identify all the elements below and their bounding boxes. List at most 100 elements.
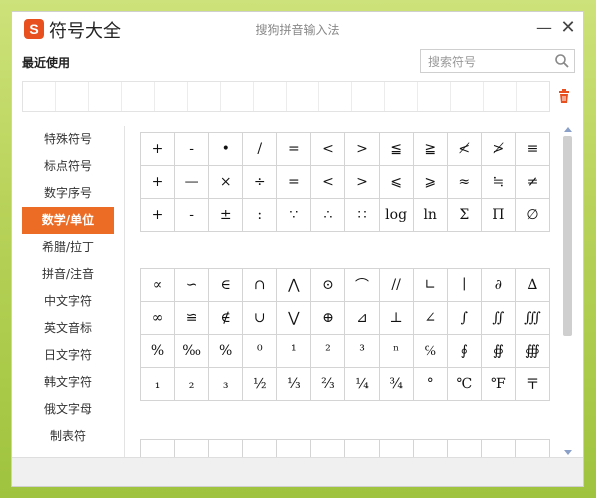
sidebar-item[interactable]: 拼音/注音 — [22, 261, 114, 288]
symbol-cell[interactable]: ∉ — [209, 302, 244, 335]
symbol-cell[interactable]: ∠ — [413, 302, 448, 335]
symbol-cell[interactable]: = — [277, 166, 312, 199]
symbol-cell[interactable]: // — [379, 269, 414, 302]
recent-symbol-cell[interactable] — [418, 82, 452, 111]
symbol-cell[interactable]: ¾ — [379, 368, 414, 401]
symbol-cell[interactable]: ⊿ — [345, 302, 380, 335]
recent-symbol-cell[interactable] — [89, 82, 122, 111]
symbol-cell[interactable]: ⩽ — [379, 166, 414, 199]
symbol-cell[interactable]: ¹ — [277, 335, 312, 368]
symbol-cell[interactable]: ≈ — [447, 166, 482, 199]
sidebar-item[interactable]: 数字序号 — [22, 180, 114, 207]
symbol-cell[interactable]: ∯ — [481, 335, 516, 368]
symbol-cell[interactable]: ∬ — [481, 302, 516, 335]
symbol-cell[interactable]: / — [243, 133, 278, 166]
symbol-cell[interactable] — [209, 440, 244, 458]
recent-symbol-cell[interactable] — [56, 82, 89, 111]
symbol-cell[interactable]: ÷ — [243, 166, 278, 199]
symbol-cell[interactable]: + — [141, 166, 176, 199]
symbol-cell[interactable]: ∈ — [209, 269, 244, 302]
symbol-cell[interactable] — [380, 440, 414, 458]
symbol-cell[interactable]: ≡ — [515, 133, 550, 166]
scroll-down-icon[interactable] — [564, 448, 572, 456]
symbol-cell[interactable]: ln — [413, 199, 448, 232]
recent-symbol-cell[interactable] — [254, 82, 287, 111]
minimize-button[interactable]: — — [534, 18, 554, 38]
symbol-cell[interactable]: ¼ — [345, 368, 380, 401]
symbol-cell[interactable]: = — [277, 133, 312, 166]
sidebar-item[interactable]: 希腊/拉丁 — [22, 234, 114, 261]
symbol-cell[interactable]: ∭ — [515, 302, 550, 335]
symbol-cell[interactable]: ½ — [243, 368, 278, 401]
symbol-cell[interactable]: ℅ — [413, 335, 448, 368]
recent-symbol-cell[interactable] — [451, 82, 485, 111]
sidebar-item[interactable]: 特殊符号 — [22, 126, 114, 153]
symbol-cell[interactable] — [482, 440, 516, 458]
symbol-cell[interactable]: ∪ — [243, 302, 278, 335]
sidebar-item[interactable]: 制表符 — [22, 423, 114, 450]
symbol-cell[interactable]: ≧ — [413, 133, 448, 166]
sidebar-item[interactable]: 数学/单位 — [22, 207, 114, 234]
symbol-cell[interactable]: ⊥ — [379, 302, 414, 335]
symbol-cell[interactable]: + — [141, 133, 176, 166]
symbol-cell[interactable]: × — [209, 166, 244, 199]
close-button[interactable]: ✕ — [558, 18, 578, 38]
symbol-cell[interactable]: ° — [413, 368, 448, 401]
symbol-cell[interactable]: % — [209, 335, 244, 368]
symbol-cell[interactable]: ⊙ — [311, 269, 346, 302]
symbol-cell[interactable]: ∮ — [447, 335, 482, 368]
symbol-cell[interactable]: ± — [209, 199, 244, 232]
sidebar-item[interactable]: 日文字符 — [22, 342, 114, 369]
symbol-cell[interactable]: ∝ — [141, 269, 176, 302]
symbol-cell[interactable] — [414, 440, 448, 458]
symbol-cell[interactable]: - — [175, 199, 210, 232]
symbol-cell[interactable] — [141, 440, 176, 458]
symbol-cell[interactable]: + — [141, 199, 176, 232]
symbol-cell[interactable]: ∴ — [311, 199, 346, 232]
symbol-cell[interactable]: ⁿ — [379, 335, 414, 368]
symbol-cell[interactable]: • — [209, 133, 244, 166]
symbol-cell[interactable]: ∅ — [515, 199, 550, 232]
symbol-cell[interactable]: ≮ — [447, 133, 482, 166]
symbol-cell[interactable]: ³ — [345, 335, 380, 368]
symbol-cell[interactable]: ∣ — [447, 269, 482, 302]
symbol-cell[interactable]: ⅓ — [277, 368, 312, 401]
title-bar[interactable]: S 符号大全 搜狗拼音输入法 — ✕ — [12, 12, 583, 46]
symbol-cell[interactable]: Σ — [447, 199, 482, 232]
symbol-cell[interactable]: ² — [311, 335, 346, 368]
symbol-cell[interactable]: ℉ — [481, 368, 516, 401]
symbol-cell[interactable]: ≒ — [481, 166, 516, 199]
symbol-cell[interactable]: : — [243, 199, 278, 232]
symbol-cell[interactable]: ∵ — [277, 199, 312, 232]
symbol-cell[interactable]: ₂ — [175, 368, 210, 401]
symbol-cell[interactable]: ≯ — [481, 133, 516, 166]
symbol-cell[interactable]: - — [175, 133, 210, 166]
sidebar-item[interactable]: 韩文字符 — [22, 369, 114, 396]
search-icon[interactable] — [554, 53, 570, 69]
symbol-cell[interactable]: ⌒ — [345, 269, 380, 302]
vertical-scrollbar[interactable] — [562, 126, 574, 458]
symbol-cell[interactable]: ∰ — [515, 335, 550, 368]
symbol-cell[interactable]: ∟ — [413, 269, 448, 302]
recent-symbol-cell[interactable] — [517, 82, 549, 111]
symbol-cell[interactable]: ⁰ — [243, 335, 278, 368]
sidebar-item[interactable]: 标点符号 — [22, 153, 114, 180]
recent-symbol-cell[interactable] — [319, 82, 353, 111]
symbol-cell[interactable]: log — [379, 199, 414, 232]
symbol-cell[interactable]: ‰ — [175, 335, 210, 368]
recent-symbol-cell[interactable] — [188, 82, 221, 111]
recent-symbol-cell[interactable] — [122, 82, 155, 111]
scroll-up-icon[interactable] — [564, 126, 572, 134]
symbol-cell[interactable]: ₁ — [141, 368, 176, 401]
recent-symbol-cell[interactable] — [287, 82, 320, 111]
sidebar-item[interactable]: 英文音标 — [22, 315, 114, 342]
symbol-cell[interactable]: ℃ — [447, 368, 482, 401]
symbol-cell[interactable] — [345, 440, 380, 458]
symbol-cell[interactable]: ⋁ — [277, 302, 312, 335]
sidebar-item[interactable]: 俄文字母 — [22, 396, 114, 423]
symbol-cell[interactable]: ∷ — [345, 199, 380, 232]
symbol-cell[interactable]: ∩ — [243, 269, 278, 302]
symbol-cell[interactable]: ∫ — [447, 302, 482, 335]
recent-symbol-cell[interactable] — [221, 82, 254, 111]
recent-symbol-cell[interactable] — [352, 82, 386, 111]
